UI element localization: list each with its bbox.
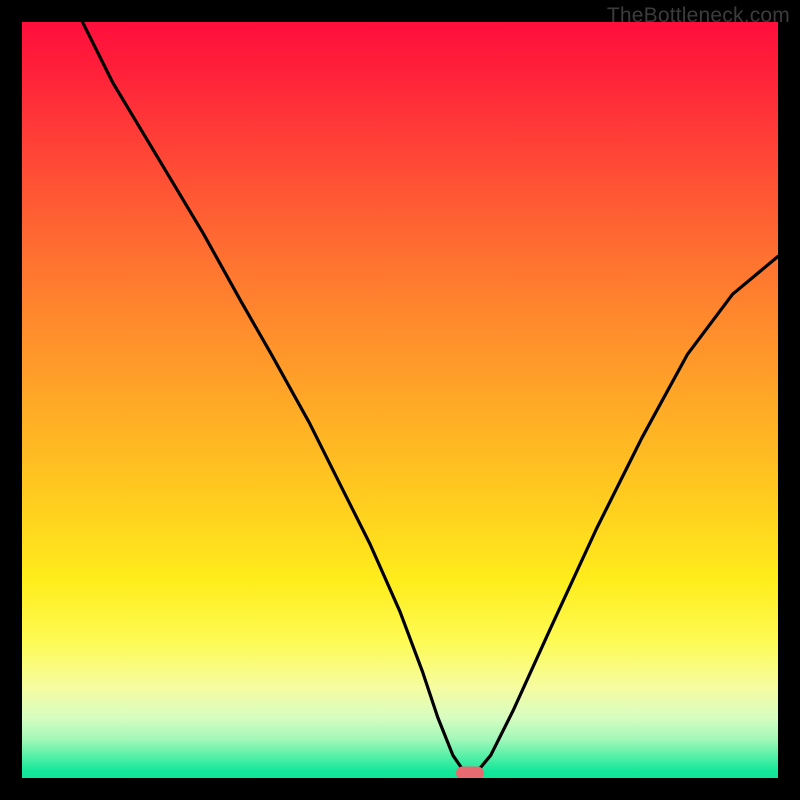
watermark-text: TheBottleneck.com bbox=[607, 4, 790, 28]
optimal-point-marker bbox=[456, 767, 484, 778]
bottleneck-curve bbox=[22, 22, 778, 778]
plot-area bbox=[22, 22, 778, 778]
chart-frame: TheBottleneck.com bbox=[0, 0, 800, 800]
